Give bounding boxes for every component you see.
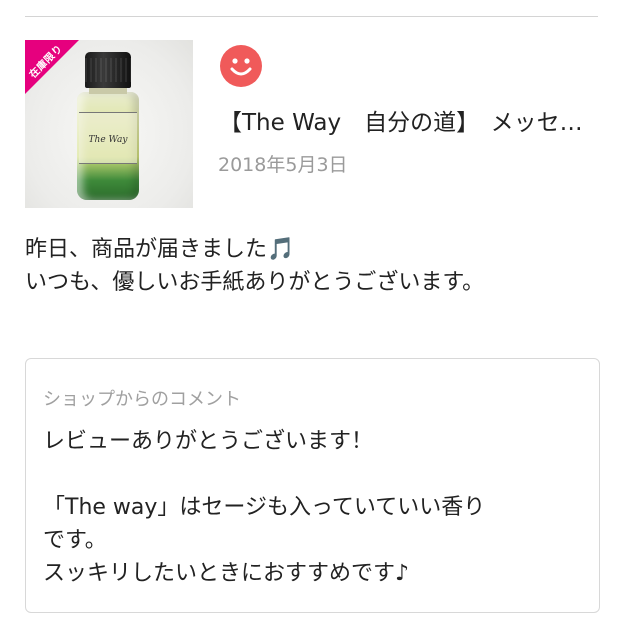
reviewer-avatar [220,45,262,87]
review-line: 昨日、商品が届きました🎵 [25,237,295,262]
bottle-label-text: The Way [88,135,128,145]
review-text: 昨日、商品が届きました🎵 いつも、優しいお手紙ありがとうございます。 [25,233,484,299]
product-thumbnail[interactable]: The Way 在庫限り [25,40,193,208]
smiley-face-icon [230,58,252,76]
shop-comment-heading: ショップからのコメント [43,389,241,410]
review-line: いつも、優しいお手紙ありがとうございます。 [25,270,485,295]
top-divider [25,16,598,17]
product-title[interactable]: 【The Way 自分の道】 メッセージ [219,103,599,137]
shop-comment-box: ショップからのコメント レビューありがとうございます！ 「The way」はセー… [25,358,600,613]
bottle-cap [85,52,131,88]
shop-comment-line: です。 [43,528,107,553]
shop-comment-text: レビューありがとうございます！ 「The way」はセージも入っていていい香り … [43,425,583,590]
shop-comment-line: スッキリしたいときにおすすめです♪ [43,561,410,586]
shop-comment-line [43,458,583,491]
oil-bottle-image: The Way [73,52,143,202]
shop-comment-line: レビューありがとうございます！ [43,429,374,454]
shop-comment-line: 「The way」はセージも入っていていい香り [43,495,486,520]
bottle-label: The Way [79,112,137,164]
review-date: 2018年5月3日 [218,154,348,176]
